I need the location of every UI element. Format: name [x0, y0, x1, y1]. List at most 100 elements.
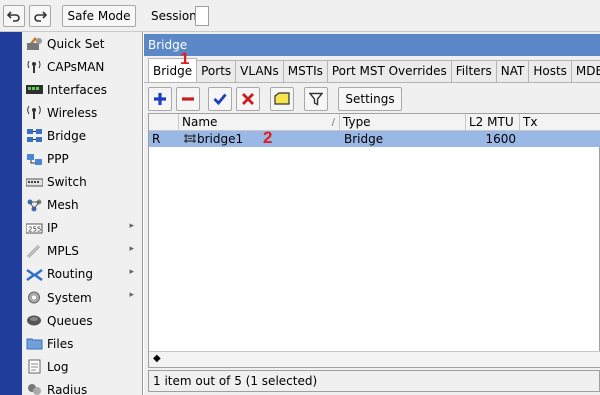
annotation-marker-2: 2 — [263, 128, 273, 147]
sidebar-item-queues[interactable]: Queues — [22, 309, 142, 332]
annotation-marker-1: 1 — [180, 49, 190, 68]
scroll-left-icon[interactable]: ◆ — [153, 353, 161, 364]
sidebar-item-label: Quick Set — [47, 36, 105, 51]
row-l2-mtu: 1600 — [485, 132, 516, 146]
status-bar: 1 item out of 5 (1 selected) — [148, 370, 600, 392]
session-field[interactable] — [195, 6, 209, 26]
undo-icon — [7, 11, 20, 22]
column-header-name[interactable]: Name / — [179, 114, 340, 131]
redo-icon — [34, 11, 47, 22]
tab-ports[interactable]: Ports — [196, 60, 237, 82]
sort-indicator-icon: / — [331, 117, 335, 128]
remove-button[interactable] — [176, 87, 200, 111]
capsman-icon — [27, 60, 41, 74]
horizontal-scrollbar[interactable]: ◆ — [149, 351, 600, 367]
check-icon — [213, 93, 227, 106]
tab-divider — [144, 82, 600, 83]
sidebar-item-label: Mesh — [47, 198, 79, 213]
tab-mstis[interactable]: MSTIs — [282, 60, 328, 82]
sidebar-item-label: Log — [47, 359, 69, 374]
sidebar-menu: Quick Set CAPsMAN Interfaces Wireless Br… — [22, 32, 143, 395]
sidebar-item-mesh[interactable]: Mesh — [22, 194, 142, 217]
row-name: bridge1 — [197, 132, 244, 146]
cross-icon — [242, 93, 254, 105]
sidebar-item-mpls[interactable]: MPLS ▸ — [22, 240, 142, 263]
tab-bar: Bridge Ports VLANs MSTIs Port MST Overri… — [148, 58, 600, 82]
table-row[interactable]: R bridge1 Bridge 1600 — [149, 131, 600, 147]
routing-icon — [26, 268, 43, 282]
radius-icon — [28, 384, 41, 395]
status-text: 1 item out of 5 (1 selected) — [153, 374, 318, 388]
enable-button[interactable] — [208, 87, 232, 111]
sidebar-item-label: Interfaces — [47, 82, 107, 97]
sidebar-item-radius[interactable]: Radius — [22, 378, 142, 395]
safe-mode-button[interactable]: Safe Mode — [62, 5, 136, 27]
sidebar-item-quick-set[interactable]: Quick Set — [22, 32, 142, 55]
sidebar-item-bridge[interactable]: Bridge — [22, 124, 142, 147]
settings-button[interactable]: Settings — [338, 87, 402, 111]
sidebar-item-label: CAPsMAN — [47, 59, 105, 74]
tab-nat[interactable]: NAT — [495, 60, 530, 82]
tab-bridge[interactable]: Bridge — [148, 58, 198, 82]
queues-icon — [27, 315, 41, 326]
tab-mdb[interactable]: MDB — [570, 60, 600, 82]
tab-hosts[interactable]: Hosts — [528, 60, 572, 82]
column-header-label: Tx — [523, 115, 538, 129]
undo-button[interactable] — [3, 5, 25, 27]
files-icon — [26, 338, 43, 350]
switch-icon — [26, 178, 43, 187]
sidebar-item-ppp[interactable]: PPP — [22, 147, 142, 170]
bridge-window: Bridge Bridge Ports VLANs MSTIs Port MST… — [144, 32, 600, 395]
sidebar-item-interfaces[interactable]: Interfaces — [22, 78, 142, 101]
log-icon — [28, 359, 41, 374]
sidebar-item-label: Radius — [47, 382, 88, 395]
mesh-icon — [27, 199, 42, 212]
sidebar-item-label: Switch — [47, 175, 87, 190]
sidebar-item-label: Wireless — [47, 105, 98, 120]
column-header-type[interactable]: Type — [340, 114, 466, 131]
minus-icon — [182, 97, 194, 101]
ppp-icon — [27, 153, 42, 165]
plus-icon — [154, 93, 166, 105]
column-header-label: Type — [343, 115, 371, 129]
sidebar-item-ip[interactable]: 255 IP ▸ — [22, 217, 142, 240]
sidebar-item-routing[interactable]: Routing ▸ — [22, 263, 142, 286]
sidebar-item-label: MPLS — [47, 244, 79, 259]
column-header-flags[interactable] — [149, 114, 179, 131]
column-header-tx[interactable]: Tx — [520, 114, 600, 131]
column-header-l2-mtu[interactable]: L2 MTU — [466, 114, 520, 131]
sidebar-item-label: Bridge — [47, 128, 87, 143]
bridge-icon — [27, 129, 42, 143]
tab-filters[interactable]: Filters — [450, 60, 497, 82]
tab-port-mst-overrides[interactable]: Port MST Overrides — [326, 60, 452, 82]
tab-vlans[interactable]: VLANs — [235, 60, 284, 82]
sidebar-item-label: Routing — [47, 267, 94, 282]
winbox-side-strip — [0, 32, 22, 395]
filter-button[interactable] — [304, 87, 328, 111]
column-header-label: Name — [182, 115, 218, 129]
row-flag: R — [152, 132, 161, 146]
column-header-label: L2 MTU — [469, 115, 514, 129]
comment-button[interactable] — [270, 87, 294, 111]
sidebar-item-files[interactable]: Files — [22, 332, 142, 355]
sidebar-item-wireless[interactable]: Wireless — [22, 101, 142, 124]
mpls-icon — [26, 244, 41, 258]
redo-button[interactable] — [29, 5, 51, 27]
submenu-arrow-icon: ▸ — [129, 243, 134, 254]
bridge-interface-icon — [183, 132, 197, 148]
sidebar-item-log[interactable]: Log — [22, 355, 142, 378]
sidebar-item-capsman[interactable]: CAPsMAN — [22, 55, 142, 78]
disable-button[interactable] — [236, 87, 260, 111]
sidebar-item-system[interactable]: System ▸ — [22, 286, 142, 309]
sidebar-item-label: PPP — [47, 152, 69, 167]
comment-icon — [274, 92, 290, 105]
system-icon — [28, 291, 40, 304]
sidebar-item-label: Files — [47, 336, 74, 351]
submenu-arrow-icon: ▸ — [129, 290, 134, 301]
svg-text:255: 255 — [28, 225, 41, 233]
sidebar-item-label: System — [47, 290, 92, 305]
add-button[interactable] — [148, 87, 172, 111]
bridge-table: Name / Type L2 MTU Tx R bridge1 Bridge 1… — [148, 113, 600, 368]
sidebar-item-label: Queues — [47, 313, 93, 328]
sidebar-item-switch[interactable]: Switch — [22, 171, 142, 194]
